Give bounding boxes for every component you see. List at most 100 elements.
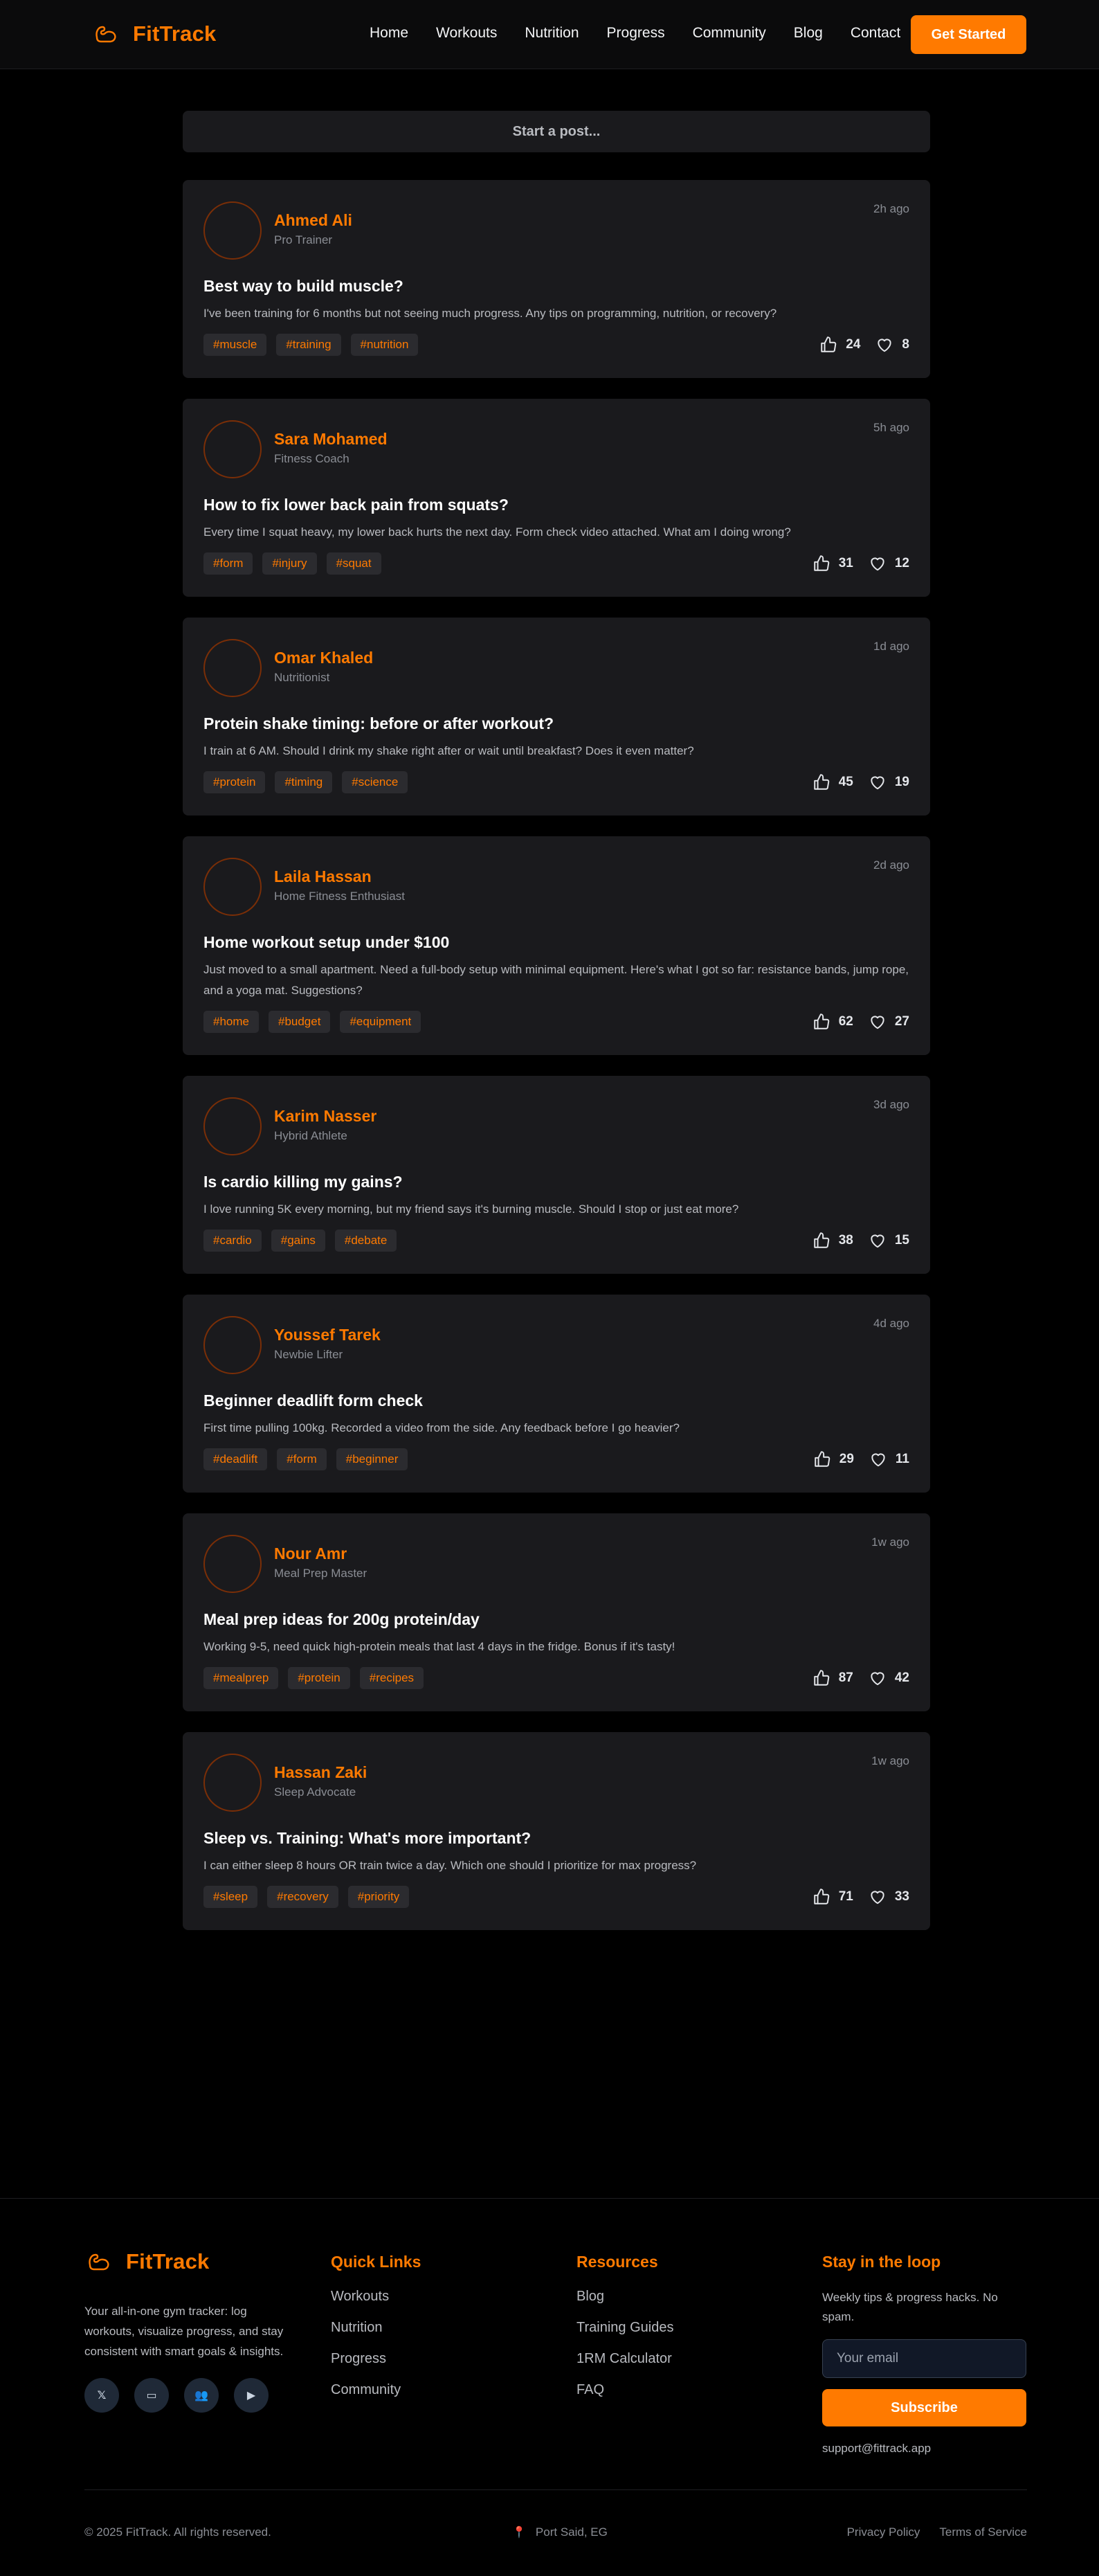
nav-community[interactable]: Community: [693, 25, 766, 42]
support-email[interactable]: support@fittrack.app: [822, 2442, 1099, 2456]
footer-link-1rm-calculator[interactable]: 1RM Calculator: [576, 2350, 673, 2367]
nav-contact[interactable]: Contact: [851, 25, 900, 42]
author-name[interactable]: Nour Amr: [274, 1543, 367, 1564]
tag-chip[interactable]: #timing: [275, 771, 333, 793]
post-card[interactable]: Hassan Zaki Sleep Advocate 1w ago Sleep …: [183, 1732, 930, 1930]
avatar[interactable]: [203, 1097, 262, 1155]
like-button[interactable]: 31: [812, 555, 853, 573]
nav-workouts[interactable]: Workouts: [436, 25, 497, 42]
post-card[interactable]: Sara Mohamed Fitness Coach 5h ago How to…: [183, 399, 930, 597]
privacy-policy-link[interactable]: Privacy Policy: [847, 2525, 920, 2539]
tag-chip[interactable]: #science: [342, 771, 408, 793]
like-button[interactable]: 29: [813, 1450, 854, 1468]
author-name[interactable]: Sara Mohamed: [274, 429, 388, 449]
tag-chip[interactable]: #equipment: [340, 1011, 421, 1033]
start-post-button[interactable]: Start a post...: [183, 111, 930, 152]
post-title[interactable]: Home workout setup under $100: [203, 932, 909, 953]
avatar[interactable]: [203, 1316, 262, 1374]
heart-button[interactable]: 11: [869, 1450, 909, 1468]
tag-chip[interactable]: #recovery: [267, 1886, 338, 1908]
avatar[interactable]: [203, 858, 262, 916]
post-card[interactable]: Laila Hassan Home Fitness Enthusiast 2d …: [183, 836, 930, 1055]
footer-link-blog[interactable]: Blog: [576, 2288, 673, 2305]
heart-button[interactable]: 8: [875, 336, 909, 354]
terms-of-service-link[interactable]: Terms of Service: [939, 2525, 1027, 2539]
avatar[interactable]: [203, 1754, 262, 1812]
group-icon[interactable]: 👥: [184, 2378, 219, 2413]
tag-chip[interactable]: #training: [276, 334, 341, 356]
post-title[interactable]: Meal prep ideas for 200g protein/day: [203, 1609, 909, 1630]
card-icon[interactable]: ▭: [134, 2378, 169, 2413]
heart-button[interactable]: 12: [869, 555, 909, 573]
tag-chip[interactable]: #home: [203, 1011, 259, 1033]
post-title[interactable]: Beginner deadlift form check: [203, 1390, 909, 1411]
author-name[interactable]: Laila Hassan: [274, 866, 405, 887]
nav-blog[interactable]: Blog: [794, 25, 823, 42]
heart-button[interactable]: 42: [869, 1669, 909, 1687]
footer-link-training-guides[interactable]: Training Guides: [576, 2319, 673, 2336]
tag-chip[interactable]: #priority: [347, 1886, 410, 1908]
avatar[interactable]: [203, 1535, 262, 1593]
get-started-button[interactable]: Get Started: [911, 15, 1026, 54]
tag-chip[interactable]: #injury: [262, 552, 317, 575]
post-card[interactable]: Nour Amr Meal Prep Master 1w ago Meal pr…: [183, 1513, 930, 1711]
nav-progress[interactable]: Progress: [607, 25, 665, 42]
post-card[interactable]: Ahmed Ali Pro Trainer 2h ago Best way to…: [183, 180, 930, 378]
email-field[interactable]: [822, 2339, 1026, 2378]
tag-chip[interactable]: #muscle: [203, 334, 267, 356]
tag-chip[interactable]: #budget: [268, 1011, 331, 1033]
tag-chip[interactable]: #protein: [288, 1667, 350, 1689]
heart-button[interactable]: 27: [869, 1013, 909, 1031]
avatar[interactable]: [203, 201, 262, 260]
footer-link-progress[interactable]: Progress: [331, 2350, 421, 2367]
tag-chip[interactable]: #nutrition: [350, 334, 419, 356]
tag-chip[interactable]: #sleep: [203, 1886, 258, 1908]
like-button[interactable]: 87: [812, 1669, 853, 1687]
like-button[interactable]: 45: [812, 773, 853, 791]
tag-chip[interactable]: #beginner: [336, 1448, 408, 1470]
author-name[interactable]: Youssef Tarek: [274, 1324, 381, 1345]
post-title[interactable]: How to fix lower back pain from squats?: [203, 494, 909, 515]
nav-home[interactable]: Home: [370, 25, 408, 42]
footer-link-community[interactable]: Community: [331, 2381, 421, 2398]
footer-link-workouts[interactable]: Workouts: [331, 2288, 421, 2305]
tag-chip[interactable]: #squat: [326, 552, 381, 575]
like-button[interactable]: 24: [819, 336, 860, 354]
footer-link-faq[interactable]: FAQ: [576, 2381, 673, 2398]
footer-logo[interactable]: FitTrack: [84, 2247, 285, 2276]
post-title[interactable]: Best way to build muscle?: [203, 276, 909, 296]
post-title[interactable]: Is cardio killing my gains?: [203, 1171, 909, 1192]
brand-logo[interactable]: FitTrack: [91, 19, 216, 48]
play-icon[interactable]: ▶: [234, 2378, 269, 2413]
nav-nutrition[interactable]: Nutrition: [525, 25, 579, 42]
x-twitter-icon[interactable]: 𝕏: [84, 2378, 119, 2413]
footer-link-nutrition[interactable]: Nutrition: [331, 2319, 421, 2336]
heart-button[interactable]: 33: [869, 1888, 909, 1906]
avatar[interactable]: [203, 420, 262, 478]
tag-chip[interactable]: #cardio: [203, 1230, 262, 1252]
like-button[interactable]: 38: [812, 1232, 853, 1250]
avatar[interactable]: [203, 639, 262, 697]
author-name[interactable]: Omar Khaled: [274, 647, 373, 668]
tag-chip[interactable]: #protein: [203, 771, 266, 793]
tag-chip[interactable]: #recipes: [359, 1667, 424, 1689]
tag-chip[interactable]: #mealprep: [203, 1667, 279, 1689]
tag-chip[interactable]: #debate: [334, 1230, 397, 1252]
author-name[interactable]: Karim Nasser: [274, 1106, 376, 1126]
tag-chip[interactable]: #form: [203, 552, 253, 575]
post-card[interactable]: Omar Khaled Nutritionist 1d ago Protein …: [183, 618, 930, 816]
like-button[interactable]: 71: [812, 1888, 853, 1906]
heart-button[interactable]: 19: [869, 773, 909, 791]
like-button[interactable]: 62: [812, 1013, 853, 1031]
author-name[interactable]: Hassan Zaki: [274, 1762, 367, 1783]
tag-chip[interactable]: #form: [277, 1448, 327, 1470]
tag-chip[interactable]: #deadlift: [203, 1448, 268, 1470]
author-name[interactable]: Ahmed Ali: [274, 210, 352, 231]
post-title[interactable]: Sleep vs. Training: What's more importan…: [203, 1828, 909, 1848]
tag-chip[interactable]: #gains: [271, 1230, 325, 1252]
post-card[interactable]: Karim Nasser Hybrid Athlete 3d ago Is ca…: [183, 1076, 930, 1274]
post-card[interactable]: Youssef Tarek Newbie Lifter 4d ago Begin…: [183, 1295, 930, 1493]
heart-button[interactable]: 15: [869, 1232, 909, 1250]
post-title[interactable]: Protein shake timing: before or after wo…: [203, 713, 909, 734]
subscribe-button[interactable]: Subscribe: [822, 2389, 1026, 2426]
